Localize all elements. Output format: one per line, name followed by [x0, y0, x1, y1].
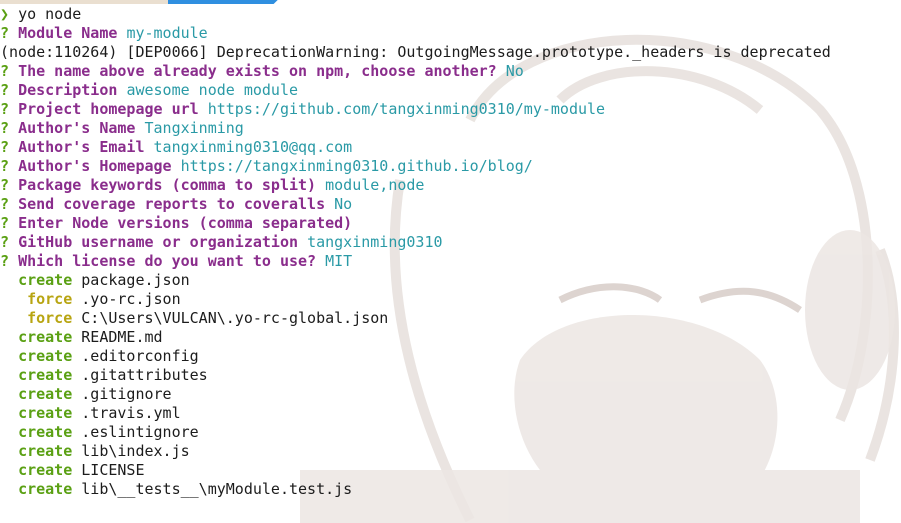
shell-tab-bar	[0, 0, 320, 4]
output-line-keywords: ? Package keywords (comma to split) modu…	[0, 176, 424, 195]
question-mark-icon: ?	[0, 81, 10, 99]
question-mark-icon: ?	[0, 176, 10, 194]
file-path: lib\index.js	[81, 442, 190, 460]
file-action: create	[18, 461, 73, 479]
question-mark-icon: ?	[0, 157, 10, 175]
question-label: Which license do you want to use?	[18, 252, 317, 270]
question-label: Author's Homepage	[18, 157, 172, 175]
question-mark-icon: ?	[0, 119, 10, 137]
question-mark-icon: ?	[0, 24, 10, 42]
question-mark-icon: ?	[0, 62, 10, 80]
answer-value: https://github.com/tangxinming0310/my-mo…	[207, 100, 606, 118]
file-line: create lib\index.js	[0, 442, 190, 461]
answer-value: module,node	[325, 176, 425, 194]
file-line: create .eslintignore	[0, 423, 199, 442]
file-line: force C:\Users\VULCAN\.yo-rc-global.json	[0, 309, 388, 328]
output-line-deprecation: (node:110264) [DEP0066] DeprecationWarni…	[0, 43, 831, 62]
file-line: create .gitattributes	[0, 366, 208, 385]
file-line: create package.json	[0, 271, 190, 290]
file-line: create .travis.yml	[0, 404, 181, 423]
file-path: .gitattributes	[81, 366, 208, 384]
output-line-description: ? Description awesome node module	[0, 81, 298, 100]
answer-value: https://tangxinming0310.github.io/blog/	[180, 157, 533, 175]
file-line: create .editorconfig	[0, 347, 199, 366]
file-path: .eslintignore	[81, 423, 199, 441]
question-label: Project homepage url	[18, 100, 199, 118]
question-mark-icon: ?	[0, 252, 10, 270]
answer-value: awesome node module	[126, 81, 299, 99]
file-action: create	[18, 404, 73, 422]
file-path: LICENSE	[81, 461, 145, 479]
output-line-author-homepage: ? Author's Homepage https://tangxinming0…	[0, 157, 533, 176]
file-action: create	[18, 442, 73, 460]
file-action: create	[18, 271, 73, 289]
answer-value: Tangxinming	[144, 119, 244, 137]
file-action: create	[18, 366, 73, 384]
question-label: GitHub username or organization	[18, 233, 299, 251]
question-label: The name above already exists on npm, ch…	[18, 62, 497, 80]
answer-value: tangxinming0310	[307, 233, 443, 251]
answer-value: No	[505, 62, 524, 80]
file-path: .travis.yml	[81, 404, 181, 422]
file-path: package.json	[81, 271, 190, 289]
file-action: create	[18, 423, 73, 441]
file-path: .editorconfig	[81, 347, 199, 365]
answer-value: MIT	[325, 252, 353, 270]
output-line-name-exists: ? The name above already exists on npm, …	[0, 62, 524, 81]
file-path: .yo-rc.json	[81, 290, 181, 308]
output-line-author-email: ? Author's Email tangxinming0310@qq.com	[0, 138, 352, 157]
answer-value: my-module	[126, 24, 208, 42]
file-path: README.md	[81, 328, 163, 346]
output-line-node-versions: ? Enter Node versions (comma separated)	[0, 214, 352, 233]
output-line-homepage-url: ? Project homepage url https://github.co…	[0, 100, 605, 119]
prompt-line: ❯ yo node	[0, 5, 81, 24]
prompt-command: yo node	[18, 5, 82, 23]
warning-text: (node:110264) [DEP0066] DeprecationWarni…	[0, 43, 831, 61]
answer-value: tangxinming0310@qq.com	[153, 138, 353, 156]
file-action: force	[18, 309, 73, 327]
question-mark-icon: ?	[0, 100, 10, 118]
output-line-license: ? Which license do you want to use? MIT	[0, 252, 352, 271]
question-label: Author's Name	[18, 119, 136, 137]
question-label: Author's Email	[18, 138, 145, 156]
question-mark-icon: ?	[0, 233, 10, 251]
file-action: create	[18, 347, 73, 365]
file-action: create	[18, 328, 73, 346]
prompt-arrow-icon: ❯	[0, 5, 10, 23]
output-line-coveralls: ? Send coverage reports to coveralls No	[0, 195, 352, 214]
output-line-module-name: ? Module Name my-module	[0, 24, 208, 43]
question-mark-icon: ?	[0, 138, 10, 156]
question-label: Module Name	[18, 24, 118, 42]
answer-value: No	[334, 195, 353, 213]
file-path: .gitignore	[81, 385, 172, 403]
question-label: Send coverage reports to coveralls	[18, 195, 326, 213]
file-action: create	[18, 480, 73, 498]
terminal-window[interactable]: ❯ yo node? Module Name my-module (node:11…	[0, 0, 901, 523]
file-action: create	[18, 385, 73, 403]
file-line: create .gitignore	[0, 385, 172, 404]
question-mark-icon: ?	[0, 195, 10, 213]
file-path: lib\__tests__\myModule.test.js	[81, 480, 353, 498]
question-label: Package keywords (comma to split)	[18, 176, 317, 194]
question-label: Enter Node versions (comma separated)	[18, 214, 353, 232]
file-line: create README.md	[0, 328, 163, 347]
file-line: force .yo-rc.json	[0, 290, 181, 309]
question-label: Description	[18, 81, 118, 99]
output-line-author-name: ? Author's Name Tangxinming	[0, 119, 244, 138]
file-path: C:\Users\VULCAN\.yo-rc-global.json	[81, 309, 389, 327]
file-line: create lib\__tests__\myModule.test.js	[0, 480, 352, 499]
output-line-github-username: ? GitHub username or organization tangxi…	[0, 233, 443, 252]
question-mark-icon: ?	[0, 214, 10, 232]
file-line: create LICENSE	[0, 461, 145, 480]
file-action: force	[18, 290, 73, 308]
